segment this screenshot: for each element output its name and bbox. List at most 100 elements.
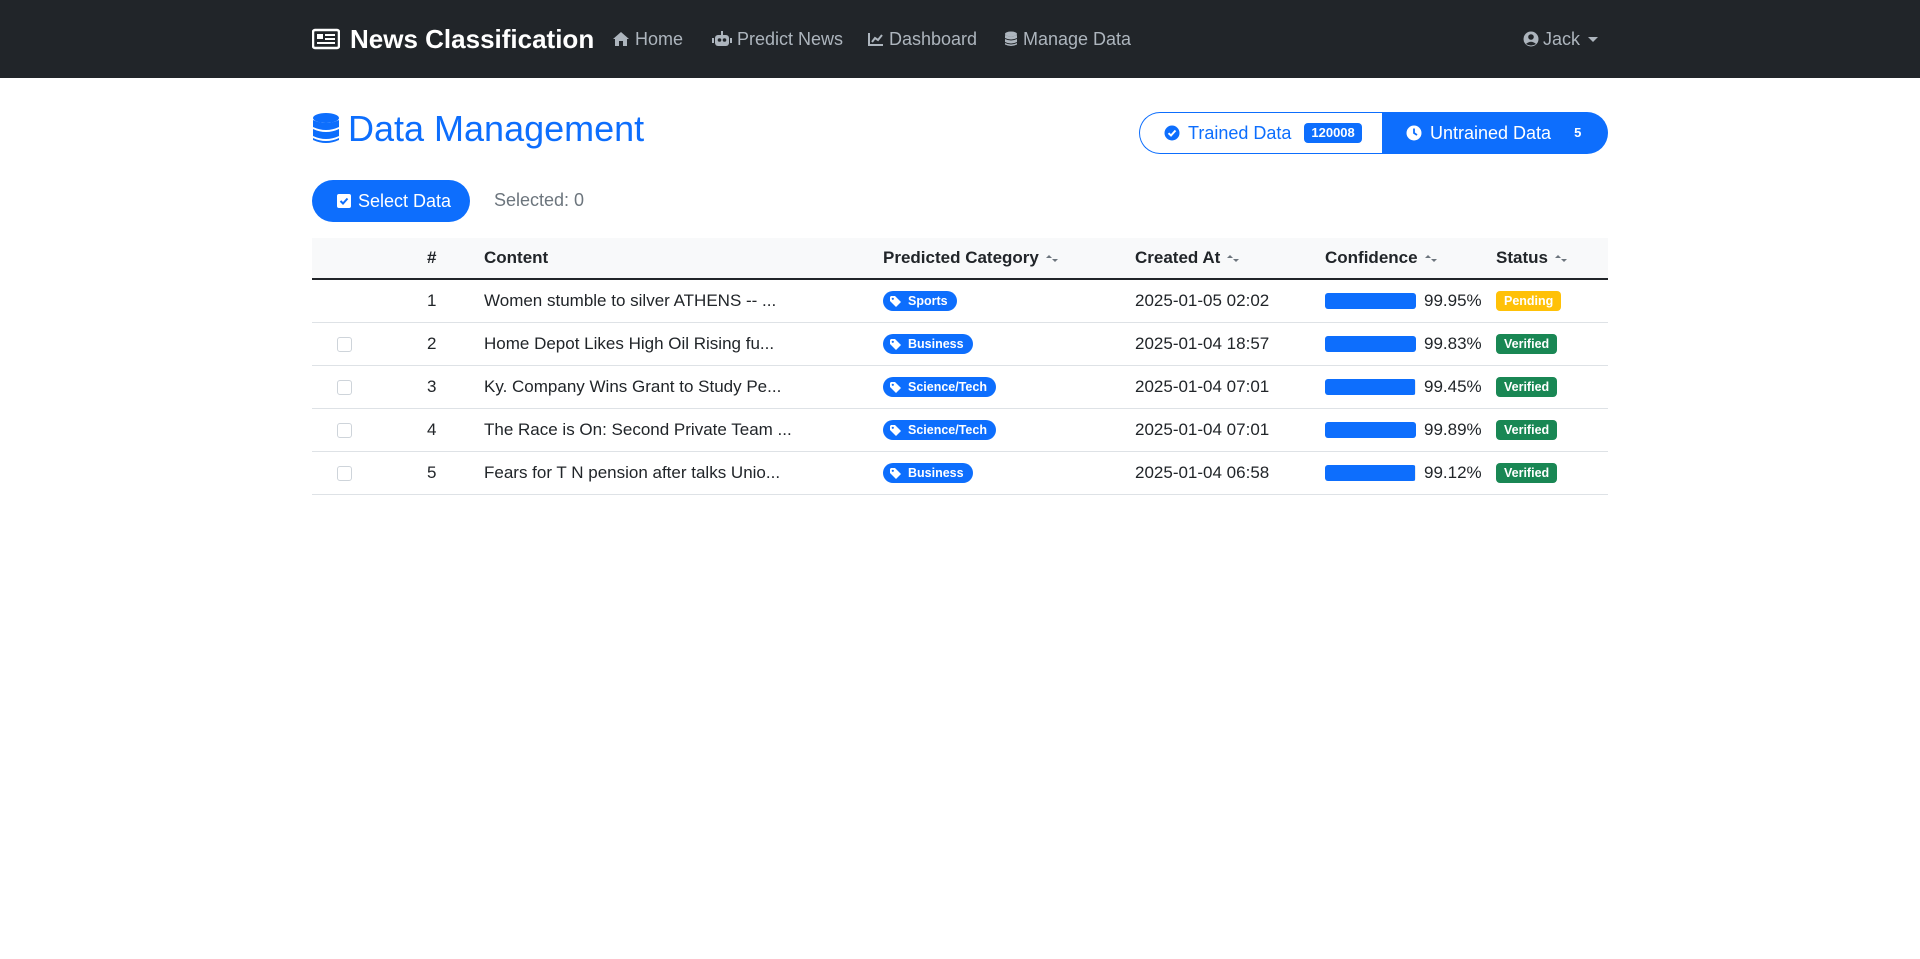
header-predicted-category[interactable]: Predicted Category [883, 238, 1059, 278]
sort-icon [1554, 253, 1568, 263]
row-status-cell: Verified [1496, 366, 1558, 408]
row-category-cell: Business [883, 452, 973, 494]
chart-line-icon [868, 33, 883, 46]
nav-predict-news[interactable]: Predict News [712, 27, 843, 51]
tag-icon [890, 424, 901, 436]
page-title-text: Data Management [348, 108, 645, 149]
selected-count: Selected: 0 [494, 190, 585, 210]
row-checkbox[interactable] [337, 422, 352, 438]
confidence-bar [1325, 379, 1416, 395]
tab-trained-data[interactable]: Trained Data 120008 [1139, 112, 1382, 154]
category-badge: Business [883, 334, 973, 354]
confidence-bar-fill [1325, 293, 1416, 309]
row-created-at: 2025-01-04 07:01 [1135, 420, 1270, 439]
sort-icon [1045, 253, 1059, 263]
chevron-down-icon [1588, 36, 1599, 42]
header-status[interactable]: Status [1496, 238, 1568, 278]
header-predicted-category-label: Predicted Category [883, 248, 1039, 267]
row-checkbox[interactable] [337, 379, 352, 395]
row-select-cell [337, 452, 352, 494]
header-created-at[interactable]: Created At [1135, 238, 1240, 278]
category-label: Business [908, 466, 964, 480]
header-content: Content [484, 248, 549, 267]
row-confidence-cell: 99.95% [1325, 280, 1482, 322]
user-circle-icon [1523, 31, 1539, 47]
database-icon [1005, 31, 1017, 46]
nav-predict-news-label: Predict News [737, 28, 844, 49]
row-status-cell: Verified [1496, 409, 1558, 451]
status-badge: Pending [1496, 291, 1562, 311]
brand-link[interactable]: News Classification [312, 22, 594, 56]
row-status-cell: Verified [1496, 323, 1558, 365]
table-row[interactable]: 1 Women stumble to silver ATHENS -- ... Sp… [312, 280, 1608, 323]
category-badge: Science/Tech [883, 377, 996, 397]
row-num: 4 [427, 420, 437, 439]
row-category-cell: Science/Tech [883, 409, 996, 451]
confidence-bar-fill [1325, 465, 1416, 481]
status-badge: Verified [1496, 420, 1558, 440]
confidence-value: 99.45% [1424, 377, 1482, 396]
row-select-cell [337, 323, 352, 365]
row-checkbox[interactable] [337, 465, 352, 481]
confidence-value: 99.89% [1424, 420, 1482, 439]
newspaper-icon [312, 28, 340, 50]
nav-dashboard-label: Dashboard [889, 28, 978, 49]
row-created-at: 2025-01-04 06:58 [1135, 463, 1270, 482]
row-confidence-cell: 99.89% [1325, 409, 1482, 451]
tab-untrained-label: Untrained Data [1430, 122, 1552, 143]
row-status-cell: Pending [1496, 280, 1562, 322]
tab-untrained-data[interactable]: Untrained Data 5 [1382, 112, 1608, 154]
table-row[interactable]: 4 The Race is On: Second Private Team ...… [312, 409, 1608, 452]
confidence-bar [1325, 465, 1416, 481]
nav-manage-data-label: Manage Data [1023, 28, 1132, 49]
row-num: 1 [427, 291, 437, 310]
check-circle-icon [1164, 125, 1180, 141]
status-badge: Verified [1496, 463, 1558, 483]
confidence-bar-fill [1325, 422, 1416, 438]
category-label: Sports [908, 294, 948, 308]
select-data-button[interactable]: Select Data [312, 180, 470, 222]
nav-dashboard[interactable]: Dashboard [868, 27, 977, 51]
robot-icon [712, 31, 732, 46]
header-confidence[interactable]: Confidence [1325, 238, 1438, 278]
row-select-cell [337, 409, 352, 451]
table-row[interactable]: 3 Ky. Company Wins Grant to Study Pe... Sc… [312, 366, 1608, 409]
user-name: Jack [1543, 28, 1581, 49]
brand-title: News Classification [350, 23, 595, 54]
row-category-cell: Business [883, 323, 973, 365]
clock-icon [1406, 125, 1422, 141]
category-label: Science/Tech [908, 423, 987, 437]
row-created-at: 2025-01-05 02:02 [1135, 291, 1270, 310]
category-badge: Science/Tech [883, 420, 996, 440]
confidence-bar [1325, 293, 1416, 309]
category-label: Science/Tech [908, 380, 987, 394]
row-content: Ky. Company Wins Grant to Study Pe... [484, 377, 782, 396]
nav-home-label: Home [635, 28, 684, 49]
table-row[interactable]: 5 Fears for T N pension after talks Unio.… [312, 452, 1608, 495]
confidence-bar [1325, 422, 1416, 438]
header-created-at-label: Created At [1135, 248, 1221, 267]
tag-icon [890, 467, 901, 479]
status-badge: Verified [1496, 334, 1558, 354]
tab-trained-label: Trained Data [1188, 122, 1292, 143]
table-body: 1 Women stumble to silver ATHENS -- ... Sp… [312, 280, 1608, 495]
status-badge: Verified [1496, 377, 1558, 397]
trained-count-badge: 120008 [1304, 123, 1362, 143]
nav-manage-data[interactable]: Manage Data [1004, 27, 1131, 51]
category-label: Business [908, 337, 964, 351]
database-icon [313, 113, 339, 143]
row-num: 5 [427, 463, 437, 482]
user-menu-dropdown[interactable]: Jack [1523, 27, 1599, 51]
row-checkbox[interactable] [337, 336, 352, 352]
row-category-cell: Science/Tech [883, 366, 996, 408]
home-icon [613, 32, 629, 46]
row-num: 2 [427, 334, 437, 353]
nav-home[interactable]: Home [612, 27, 683, 51]
category-badge: Business [883, 463, 973, 483]
table-row[interactable]: 2 Home Depot Likes High Oil Rising fu... B… [312, 323, 1608, 366]
row-confidence-cell: 99.12% [1325, 452, 1482, 494]
row-category-cell: Sports [883, 280, 957, 322]
data-table: # Content Predicted Category Created At … [312, 238, 1608, 495]
row-content: Women stumble to silver ATHENS -- ... [484, 291, 777, 310]
tag-icon [890, 295, 901, 307]
